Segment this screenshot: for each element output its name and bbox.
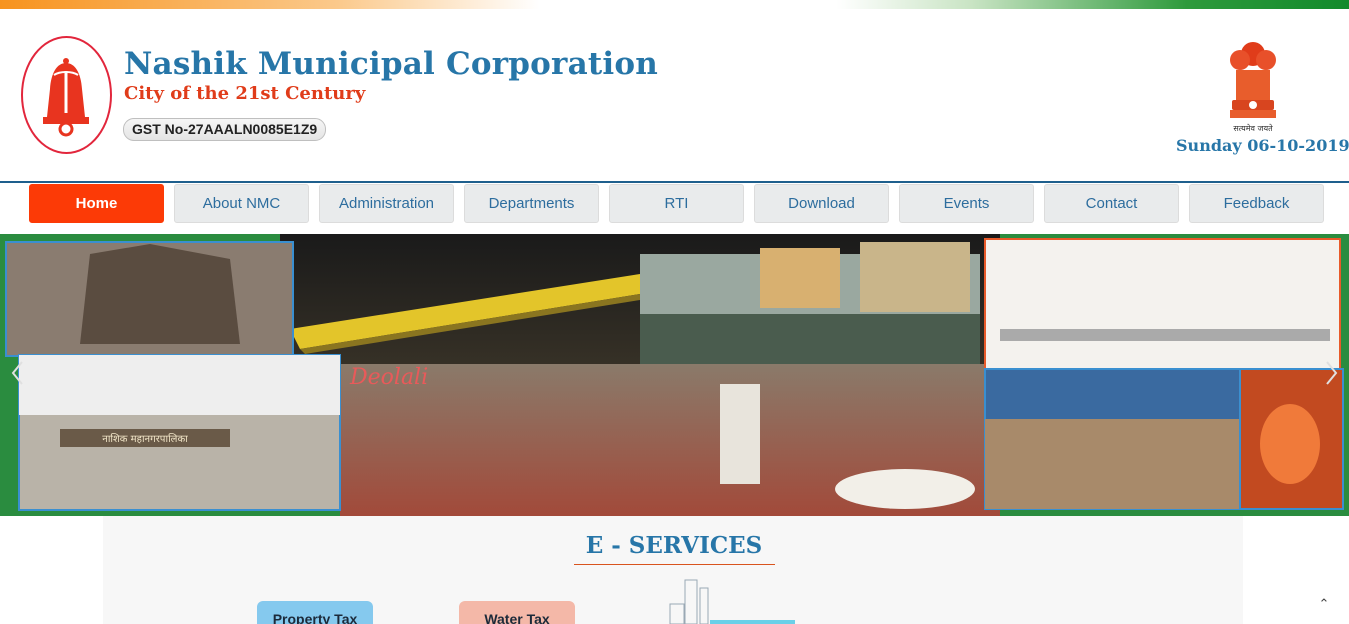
hero-slider[interactable]: Deolali नाशिक महानगरपालिका [0,234,1349,516]
site-title: Nashik Municipal Corporation [124,46,658,82]
eservices-underline [574,564,775,565]
property-tax-button[interactable]: Property Tax [257,601,373,624]
nav-feedback[interactable]: Feedback [1189,184,1324,223]
tricolor-stripe [0,0,1349,9]
building-sign: नाशिक महानगरपालिका [102,433,188,445]
banner-collage: Deolali नाशिक महानगरपालिका [0,234,1349,516]
site-tagline: City of the 21st Century [124,83,366,104]
bell-logo-icon [43,58,89,137]
main-nav: Home About NMC Administration Department… [29,184,1324,223]
nav-departments[interactable]: Departments [464,184,599,223]
nav-rti[interactable]: RTI [609,184,744,223]
chevron-right-icon[interactable] [1325,360,1339,386]
water-tax-button[interactable]: Water Tax [459,601,575,624]
nav-events[interactable]: Events [899,184,1034,223]
nav-about-nmc[interactable]: About NMC [174,184,309,223]
nav-contact[interactable]: Contact [1044,184,1179,223]
ashoka-emblem-icon: सत्यमेव जयते [1230,42,1276,133]
nav-download[interactable]: Download [754,184,889,223]
banner-caption: Deolali [349,365,428,390]
header-divider [0,181,1349,183]
nav-home[interactable]: Home [29,184,164,223]
gst-badge: GST No-27AAALN0085E1Z9 [123,118,327,141]
site-header: Nashik Municipal Corporation City of the… [0,9,1349,183]
current-date: Sunday 06-10-2019 [1176,136,1349,155]
chevron-left-icon[interactable] [10,360,24,386]
emblem-motto: सत्यमेव जयते [1233,123,1273,133]
chevron-up-icon[interactable]: ⌃ [1316,596,1332,612]
nav-administration[interactable]: Administration [319,184,454,223]
tower-illustration-icon [669,579,795,624]
eservices-title: E - SERVICES [585,532,763,559]
